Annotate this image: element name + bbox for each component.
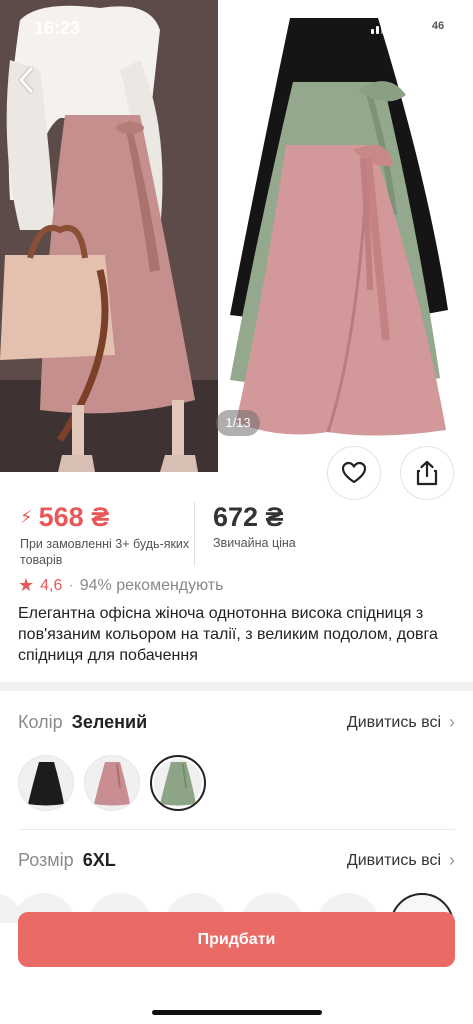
regular-price-value: 672 ₴ (213, 502, 284, 532)
chevron-left-icon (19, 67, 33, 93)
size-label: Розмір (18, 850, 74, 870)
home-indicator (152, 1010, 322, 1015)
regular-price-note: Звичайна ціна (213, 536, 296, 550)
favorite-button[interactable] (327, 446, 381, 500)
swatch-pink[interactable] (84, 755, 140, 811)
size-option-heading: Розмір 6XL (18, 850, 116, 871)
rating-row[interactable]: ★ 4,6 · 94% рекомендують (18, 575, 223, 596)
swatch-black[interactable] (18, 755, 74, 811)
price-divider (194, 502, 195, 566)
lightning-icon: ⚡ (20, 507, 33, 527)
size-see-all-link[interactable]: Дивитись всі › (347, 850, 455, 871)
product-gallery[interactable]: 16:23 46 1/13 (0, 0, 473, 472)
image-counter: 1/13 (216, 410, 260, 436)
promo-price: ⚡ 568 ₴ (20, 502, 109, 533)
share-button[interactable] (400, 446, 454, 500)
size-option-row[interactable]: Розмір 6XL Дивитись всі › (18, 850, 455, 871)
rating-separator: · (68, 576, 74, 594)
recommend-text: 94% рекомендують (79, 576, 224, 594)
color-value: Зелений (71, 712, 148, 732)
product-title: Елегантна офісна жіноча однотонна висока… (18, 605, 438, 664)
share-icon (416, 460, 438, 486)
color-label: Колір (18, 712, 63, 732)
section-divider (0, 682, 473, 691)
swatch-green[interactable] (150, 755, 206, 811)
color-see-all-link[interactable]: Дивитись всі › (347, 712, 455, 733)
option-divider (18, 829, 455, 830)
buy-button[interactable]: Придбати (18, 912, 455, 967)
back-button[interactable] (8, 60, 44, 100)
color-option-row[interactable]: Колір Зелений Дивитись всі › (18, 712, 455, 733)
rating-value: 4,6 (40, 576, 63, 594)
size-value: 6XL (82, 850, 116, 870)
battery-icon: 46 (423, 19, 456, 34)
color-option-heading: Колір Зелений (18, 712, 147, 733)
star-icon: ★ (18, 575, 35, 595)
status-icons: 46 (371, 19, 456, 34)
signal-icon (371, 19, 389, 34)
green-skirt-thumbnail (160, 762, 196, 806)
status-bar: 16:23 46 (0, 0, 473, 52)
see-all-label: Дивитись всі (346, 713, 441, 731)
chevron-right-icon: › (449, 850, 455, 870)
black-skirt-thumbnail (28, 762, 64, 806)
see-all-label: Дивитись всі (346, 851, 441, 869)
skirts-photo (218, 0, 473, 472)
wifi-icon (397, 19, 415, 33)
heart-icon (341, 461, 367, 484)
price-block: ⚡ 568 ₴ При замовленні 3+ будь-яких това… (0, 498, 473, 570)
promo-price-value: 568 ₴ (38, 502, 110, 532)
color-swatches (18, 755, 206, 811)
promo-price-note: При замовленні 3+ будь-яких товарів (20, 537, 190, 567)
status-time: 16:23 (34, 18, 81, 38)
chevron-right-icon: › (449, 712, 455, 732)
pink-skirt-thumbnail (94, 762, 130, 806)
